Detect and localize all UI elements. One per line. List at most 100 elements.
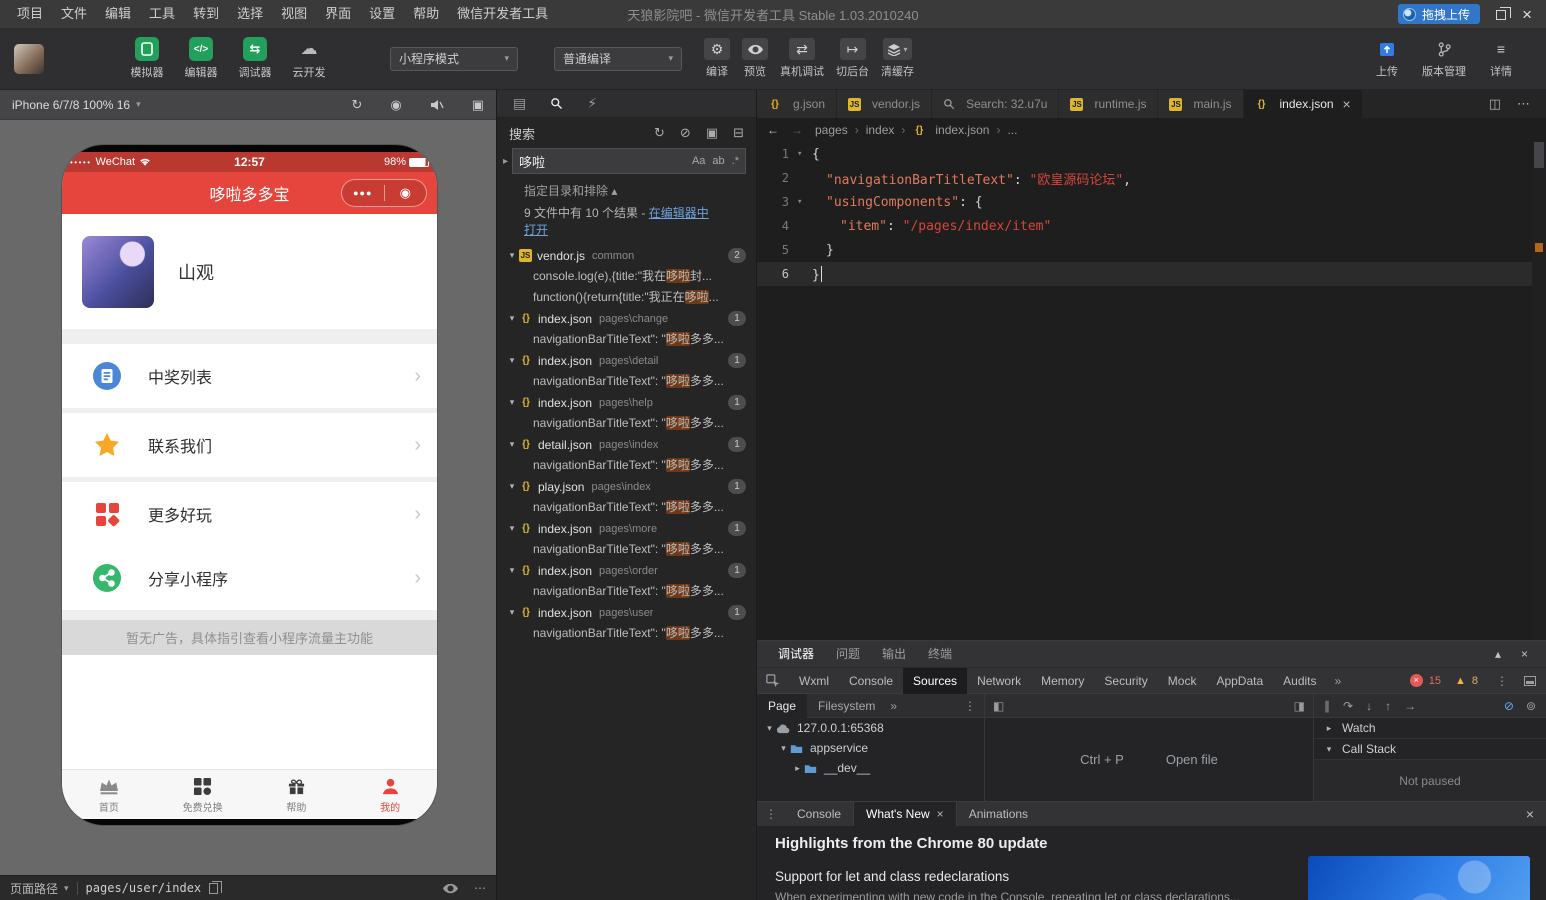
code-line[interactable]: 6}: [757, 262, 1532, 286]
chevron-down-icon[interactable]: ▾: [505, 439, 519, 450]
chevron-down-icon[interactable]: ▾: [505, 250, 519, 261]
close-panel-icon[interactable]: ×: [1521, 647, 1528, 661]
search-result-file[interactable]: ▾{}index.jsonpages\more1: [497, 518, 756, 539]
scrollbar-thumb[interactable]: [1534, 142, 1544, 168]
dock-side-icon[interactable]: [1524, 676, 1536, 686]
upload-button[interactable]: 上传: [1374, 38, 1400, 79]
record-icon[interactable]: ◉: [390, 97, 401, 113]
menu-item[interactable]: 视图: [272, 0, 316, 28]
search-result-match[interactable]: navigationBarTitleText": "哆啦多多...: [497, 455, 756, 476]
menu-item[interactable]: 工具: [140, 0, 184, 28]
devtools-tab-sources[interactable]: Sources: [903, 668, 967, 694]
chevron-down-icon[interactable]: ▾: [505, 355, 519, 366]
devtools-tab-security[interactable]: Security: [1094, 668, 1157, 694]
forward-icon[interactable]: →: [791, 123, 803, 137]
editor-tab[interactable]: {}g.json: [757, 90, 837, 118]
collapse-all-icon[interactable]: ⊟: [733, 125, 744, 141]
eye-icon[interactable]: [443, 883, 458, 894]
search-option-toggle[interactable]: Aa: [692, 155, 705, 167]
step-out-icon[interactable]: ↑: [1385, 699, 1391, 713]
more-actions-icon[interactable]: ⋯: [474, 881, 486, 895]
exit-icon[interactable]: ◉: [385, 185, 427, 201]
clear-results-icon[interactable]: ⊘: [680, 125, 691, 141]
details-button[interactable]: ≡详情: [1488, 38, 1514, 79]
chevron-down-icon[interactable]: ▾: [903, 45, 907, 54]
devtools-tab-network[interactable]: Network: [967, 668, 1031, 694]
breadcrumb-item[interactable]: pages: [815, 123, 848, 137]
devtools-menu-icon[interactable]: ⋮: [1492, 674, 1512, 688]
search-icon[interactable]: [550, 97, 563, 110]
open-in-editor-icon[interactable]: ▣: [706, 125, 718, 141]
callstack-section[interactable]: ▾Call Stack: [1314, 739, 1546, 760]
search-result-match[interactable]: navigationBarTitleText": "哆啦多多...: [497, 497, 756, 518]
more-icon[interactable]: ●●●: [342, 188, 384, 198]
debugger-header-tab[interactable]: 调试器: [767, 641, 825, 668]
search-result-file[interactable]: ▾{}index.jsonpages\order1: [497, 560, 756, 581]
error-count[interactable]: 15: [1429, 675, 1441, 687]
search-input[interactable]: 哆啦 Aaab.*: [512, 148, 746, 174]
menu-item[interactable]: 帮助: [404, 0, 448, 28]
menu-item[interactable]: 设置: [360, 0, 404, 28]
multi-window-icon[interactable]: ▣: [472, 97, 484, 113]
code-line[interactable]: 4"item": "/pages/index/item": [757, 214, 1532, 238]
search-dir-toggle[interactable]: 指定目录和排除 ▴: [497, 174, 756, 199]
capsule-menu[interactable]: ●●● ◉: [341, 179, 427, 207]
list-item[interactable]: 更多好玩›: [62, 482, 437, 546]
code-line[interactable]: 5}: [757, 238, 1532, 262]
chevron-down-icon[interactable]: ▾: [763, 723, 776, 734]
tabbar-item[interactable]: 我的: [343, 770, 437, 819]
breadcrumb-item[interactable]: ...: [1007, 123, 1017, 137]
avatar[interactable]: [82, 236, 154, 308]
tree-item[interactable]: ▾127.0.0.1:65368: [757, 718, 984, 738]
navigator-tab-page[interactable]: Page: [757, 694, 807, 718]
search-option-toggle[interactable]: .*: [732, 155, 739, 167]
pause-icon[interactable]: ∥: [1324, 699, 1330, 713]
devtools-tab-audits[interactable]: Audits: [1273, 668, 1326, 694]
debugger-header-tab[interactable]: 终端: [917, 641, 963, 668]
chevron-down-icon[interactable]: ▾: [505, 481, 519, 492]
search-result-match[interactable]: navigationBarTitleText": "哆啦多多...: [497, 539, 756, 560]
tree-item[interactable]: ▸__dev__: [757, 758, 984, 778]
chevron-down-icon[interactable]: ▾: [505, 565, 519, 576]
menu-item[interactable]: 选择: [228, 0, 272, 28]
menu-item[interactable]: 项目: [8, 0, 52, 28]
editor-tab[interactable]: JSvendor.js: [837, 90, 932, 118]
menu-item[interactable]: 转到: [184, 0, 228, 28]
more-tabs-icon[interactable]: »: [890, 699, 897, 713]
close-icon[interactable]: ×: [1343, 96, 1351, 112]
menu-item[interactable]: 界面: [316, 0, 360, 28]
explorer-icon[interactable]: ▤: [513, 95, 526, 112]
inspect-element-icon[interactable]: [757, 674, 789, 688]
list-item[interactable]: 联系我们›: [62, 413, 437, 477]
search-result-file[interactable]: ▾{}index.jsonpages\user1: [497, 602, 756, 623]
drawer-menu-icon[interactable]: ⋮: [757, 807, 785, 821]
tabbar-item[interactable]: 帮助: [250, 770, 344, 819]
cloud-panel-button[interactable]: ☁云开发: [284, 37, 334, 80]
chevron-right-icon[interactable]: ▸: [791, 763, 804, 774]
search-result-file[interactable]: ▾JSvendor.jscommon2: [497, 245, 756, 266]
inspector-panel-button[interactable]: ⇆调试器: [230, 37, 280, 80]
project-avatar[interactable]: [14, 44, 44, 74]
fold-icon[interactable]: ▾: [797, 197, 812, 207]
editor-tab[interactable]: JSmain.js: [1158, 90, 1243, 118]
more-tabs-icon[interactable]: »: [1327, 674, 1350, 688]
drag-upload-button[interactable]: 拖拽上传: [1398, 4, 1480, 24]
drawer-tab[interactable]: Animations: [957, 802, 1040, 827]
devtools-tab-console[interactable]: Console: [839, 668, 903, 694]
compile-mode-select[interactable]: 普通编译▾: [554, 47, 682, 71]
collapse-panel-icon[interactable]: ▴: [1495, 647, 1501, 661]
copy-icon[interactable]: [209, 883, 218, 894]
step-into-icon[interactable]: ↓: [1366, 699, 1372, 713]
code-line[interactable]: 1▾{: [757, 142, 1532, 166]
step-over-icon[interactable]: ↷: [1343, 699, 1353, 713]
rotate-device-icon[interactable]: ↻: [351, 97, 362, 113]
devtools-tab-mock[interactable]: Mock: [1158, 668, 1207, 694]
search-result-match[interactable]: navigationBarTitleText": "哆啦多多...: [497, 329, 756, 350]
navigator-tab-filesystem[interactable]: Filesystem: [807, 694, 886, 718]
menu-item[interactable]: 文件: [52, 0, 96, 28]
close-icon[interactable]: ×: [937, 802, 944, 827]
toggle-replace-icon[interactable]: ▸: [499, 156, 512, 167]
search-result-file[interactable]: ▾{}detail.jsonpages\index1: [497, 434, 756, 455]
deactivate-breakpoints-icon[interactable]: ⊘: [1504, 699, 1514, 713]
chevron-down-icon[interactable]: ▾: [505, 607, 519, 618]
